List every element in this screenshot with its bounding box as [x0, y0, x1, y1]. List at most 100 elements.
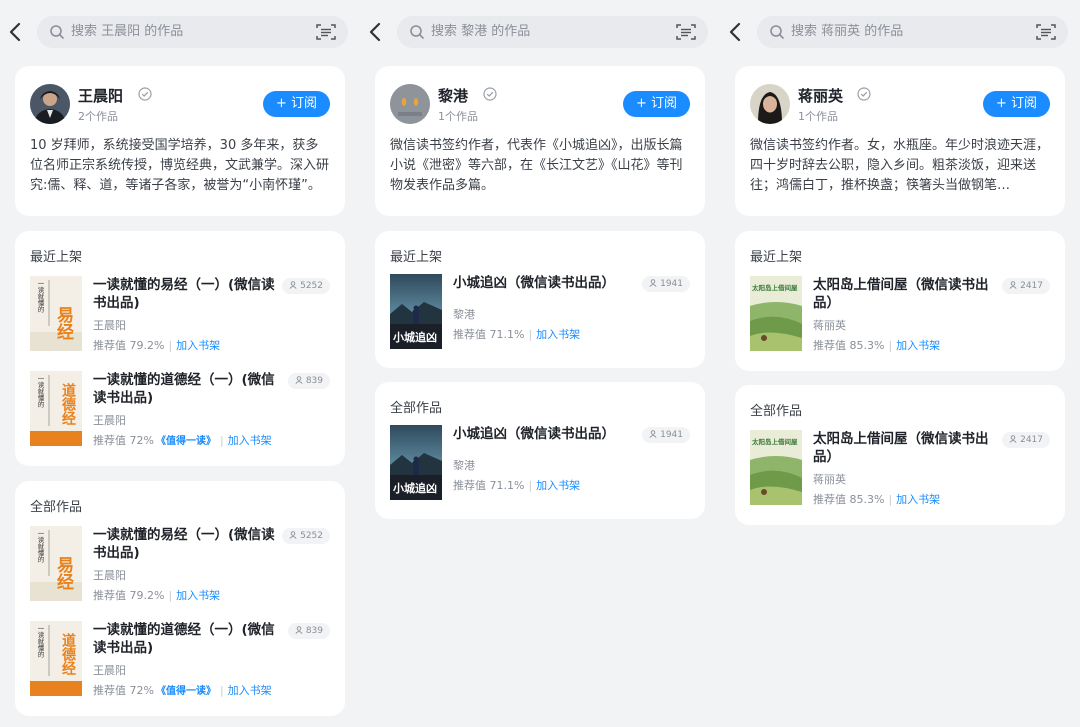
rating: 推荐值 85.3% — [813, 493, 885, 506]
cover-big-text: 小城追凶 — [392, 330, 437, 344]
book-meta: 推荐值 72% 《值得一读》 | 加入书架 — [93, 684, 272, 697]
search-placeholder: 搜索 王晨阳 的作品 — [71, 24, 184, 39]
reader-count: 1941 — [642, 276, 690, 292]
reader-count-value: 1941 — [660, 430, 683, 440]
book-meta: 推荐值 71.1% | 加入书架 — [453, 479, 581, 492]
reader-icon — [289, 281, 297, 289]
author-card: 王晨阳 2个作品 + 订阅 10 岁拜师，系统接受国学培养，30 多年来，获多位… — [15, 66, 345, 216]
author-card: 蒋丽英 1个作品 + 订阅 微信读书签约作者。女，水瓶座。年少时浪迹天涯，四十岁… — [735, 66, 1065, 216]
back-icon[interactable] — [366, 20, 386, 44]
book-author: 蒋丽英 — [813, 473, 846, 486]
book-item[interactable]: 易经 一读就懂的 一读就懂的易经（一）(微信读书出品) 5252 王晨阳 推荐值 … — [15, 526, 345, 606]
book-cover-taiyangdao[interactable]: 太阳岛上借间屋 — [750, 430, 802, 505]
book-item[interactable]: 道德经 一读就懂的 一读就懂的道德经（一）(微信读书出品) 839 王晨阳 推荐值… — [15, 371, 345, 451]
book-cover-xiaocheng[interactable]: 小城追凶 — [390, 274, 442, 349]
scan-icon[interactable] — [316, 23, 336, 41]
book-title[interactable]: 一读就懂的易经（一）(微信读书出品) — [93, 276, 283, 312]
section-title: 全部作品 — [750, 404, 803, 419]
book-title[interactable]: 一读就懂的易经（一）(微信读书出品) — [93, 526, 283, 562]
search-input[interactable]: 搜索 黎港 的作品 — [397, 16, 708, 48]
book-cover-daodejing[interactable]: 道德经 一读就懂的 — [30, 621, 82, 696]
book-cover-xiaocheng[interactable]: 小城追凶 — [390, 425, 442, 500]
all-works-section: 全部作品 小城追凶 小城追凶（微信读书出品） 1941 黎港 推荐值 71.1%… — [375, 382, 705, 519]
add-to-shelf-button[interactable]: 加入书架 — [176, 339, 220, 352]
top-bar: 搜索 王晨阳 的作品 — [0, 14, 360, 50]
scan-icon[interactable] — [1036, 23, 1056, 41]
subscribe-button[interactable]: + 订阅 — [263, 91, 330, 117]
add-to-shelf-button[interactable]: 加入书架 — [228, 684, 272, 697]
works-count: 2个作品 — [78, 110, 118, 123]
book-title[interactable]: 小城追凶（微信读书出品） — [453, 425, 643, 443]
section-title: 全部作品 — [30, 500, 83, 515]
book-item[interactable]: 小城追凶 小城追凶（微信读书出品） 1941 黎港 推荐值 71.1% | 加入书架 — [375, 274, 705, 354]
cover-side-text: 一读就懂的 — [36, 625, 44, 659]
rating: 推荐值 79.2% — [93, 589, 165, 602]
cover-big-text: 道德经 — [60, 632, 76, 675]
search-placeholder: 搜索 黎港 的作品 — [431, 24, 531, 39]
add-to-shelf-button[interactable]: 加入书架 — [896, 493, 940, 506]
add-to-shelf-button[interactable]: 加入书架 — [896, 339, 940, 352]
search-input[interactable]: 搜索 蒋丽英 的作品 — [757, 16, 1068, 48]
recent-section: 最近上架 小城追凶 小城追凶（微信读书出品） 1941 黎港 推荐值 71.1%… — [375, 231, 705, 368]
back-icon[interactable] — [726, 20, 746, 44]
scan-icon[interactable] — [676, 23, 696, 41]
reader-count: 839 — [287, 373, 330, 389]
reader-count-value: 2417 — [1020, 281, 1043, 291]
author-panel-wang: 搜索 王晨阳 的作品 王晨阳 2个作品 + 订阅 10 岁拜师，系统接受国学培养… — [0, 0, 360, 727]
top-bar: 搜索 蒋丽英 的作品 — [720, 14, 1080, 50]
book-item[interactable]: 易经 一读就懂的 一读就懂的易经（一）(微信读书出品) 5252 王晨阳 推荐值 … — [15, 276, 345, 356]
worth-reading-badge: 《值得一读》 — [155, 686, 216, 697]
reader-icon — [649, 430, 657, 438]
works-count: 1个作品 — [438, 110, 478, 123]
add-to-shelf-button[interactable]: 加入书架 — [176, 589, 220, 602]
book-item[interactable]: 小城追凶 小城追凶（微信读书出品） 1941 黎港 推荐值 71.1% | 加入书架 — [375, 425, 705, 505]
book-cover-yijing[interactable]: 易经 一读就懂的 — [30, 526, 82, 601]
rating: 推荐值 71.1% — [453, 328, 525, 341]
section-title: 最近上架 — [750, 250, 803, 265]
avatar[interactable] — [30, 84, 70, 124]
subscribe-button[interactable]: + 订阅 — [623, 91, 690, 117]
cover-side-text: 一读就懂的 — [36, 530, 44, 564]
all-works-section: 全部作品 易经 一读就懂的 一读就懂的易经（一）(微信读书出品) 5252 王晨阳… — [15, 481, 345, 716]
book-title[interactable]: 小城追凶（微信读书出品） — [453, 274, 643, 292]
cover-big-text: 小城追凶 — [392, 481, 437, 495]
book-author: 黎港 — [453, 308, 475, 321]
book-title[interactable]: 太阳岛上借间屋（微信读书出品） — [813, 276, 1003, 312]
avatar[interactable] — [390, 84, 430, 124]
back-icon[interactable] — [6, 20, 26, 44]
reader-count: 5252 — [282, 278, 330, 294]
avatar[interactable] — [750, 84, 790, 124]
book-title[interactable]: 一读就懂的道德经（一）(微信读书出品) — [93, 371, 283, 407]
cover-big-text: 太阳岛上借间屋 — [751, 283, 798, 292]
reader-icon — [1009, 281, 1017, 289]
book-title[interactable]: 太阳岛上借间屋（微信读书出品） — [813, 430, 1003, 466]
rating: 推荐值 72% — [93, 434, 154, 447]
worth-reading-badge: 《值得一读》 — [155, 436, 216, 447]
add-to-shelf-button[interactable]: 加入书架 — [536, 328, 580, 341]
works-count: 1个作品 — [798, 110, 838, 123]
book-cover-daodejing[interactable]: 道德经 一读就懂的 — [30, 371, 82, 446]
book-author: 蒋丽英 — [813, 319, 846, 332]
cover-big-text: 道德经 — [60, 382, 76, 425]
search-placeholder: 搜索 蒋丽英 的作品 — [791, 24, 904, 39]
book-author: 王晨阳 — [93, 414, 126, 427]
add-to-shelf-button[interactable]: 加入书架 — [228, 434, 272, 447]
add-to-shelf-button[interactable]: 加入书架 — [536, 479, 580, 492]
book-item[interactable]: 太阳岛上借间屋 太阳岛上借间屋（微信读书出品） 2417 蒋丽英 推荐值 85.… — [735, 276, 1065, 356]
book-title[interactable]: 一读就懂的道德经（一）(微信读书出品) — [93, 621, 283, 657]
book-author: 王晨阳 — [93, 319, 126, 332]
author-name: 王晨阳 — [78, 87, 124, 105]
author-card: 黎港 1个作品 + 订阅 微信读书签约作者，代表作《小城追凶》，出版长篇小说《泄… — [375, 66, 705, 216]
section-title: 最近上架 — [30, 250, 83, 265]
book-item[interactable]: 太阳岛上借间屋 太阳岛上借间屋（微信读书出品） 2417 蒋丽英 推荐值 85.… — [735, 430, 1065, 510]
section-title: 全部作品 — [390, 401, 443, 416]
book-cover-taiyangdao[interactable]: 太阳岛上借间屋 — [750, 276, 802, 351]
verified-icon — [857, 87, 871, 101]
search-input[interactable]: 搜索 王晨阳 的作品 — [37, 16, 348, 48]
subscribe-button[interactable]: + 订阅 — [983, 91, 1050, 117]
book-cover-yijing[interactable]: 易经 一读就懂的 — [30, 276, 82, 351]
book-item[interactable]: 道德经 一读就懂的 一读就懂的道德经（一）(微信读书出品) 839 王晨阳 推荐值… — [15, 621, 345, 701]
section-title: 最近上架 — [390, 250, 443, 265]
author-bio: 10 岁拜师，系统接受国学培养，30 多年来，获多位名师正宗系统传授，博览经典，… — [30, 138, 330, 193]
reader-count-value: 5252 — [300, 531, 323, 541]
